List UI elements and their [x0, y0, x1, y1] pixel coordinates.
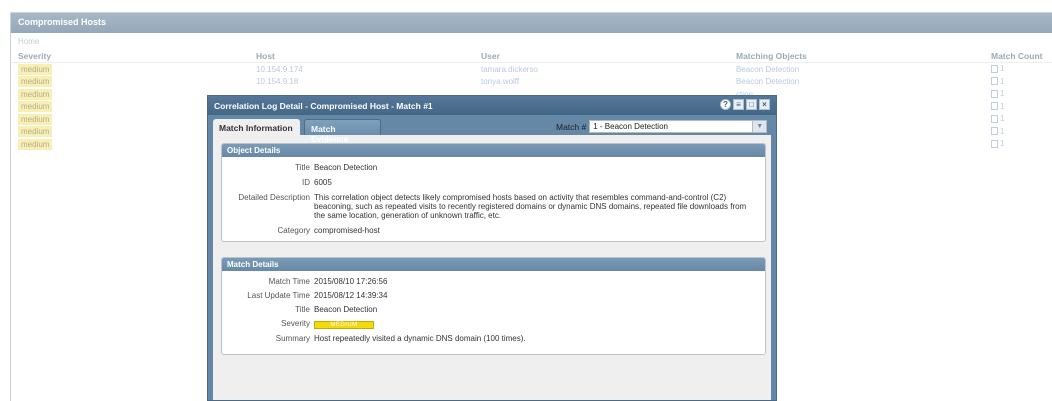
object-category: compromised-host: [314, 226, 380, 235]
id-label: ID: [302, 178, 310, 187]
match-title-label: Title: [295, 305, 310, 314]
tab-bar: Match Information Match Evidence Match #…: [213, 117, 771, 144]
matching-object-link[interactable]: Beacon Detection: [736, 65, 799, 74]
severity-label: Severity: [281, 319, 310, 328]
title-label: Title: [295, 163, 310, 172]
match-dropdown-value: 1 - Beacon Detection: [593, 122, 668, 131]
last-update-time: 2015/08/12 14:39:34: [314, 291, 388, 300]
maximize-icon[interactable]: □: [746, 99, 757, 110]
chevron-down-icon[interactable]: ▼: [752, 121, 767, 132]
log-icon: [991, 139, 998, 148]
log-icon: [991, 64, 998, 73]
log-icon: [991, 77, 998, 85]
log-icon: [991, 89, 998, 98]
match-count-value: 1: [1000, 126, 1005, 136]
table-row[interactable]: medium 10.154.9.174 tamara.dickerso Beacon …: [11, 63, 1052, 76]
match-selector: Match # 1 - Beacon Detection ▼: [556, 120, 768, 133]
tab-match-information[interactable]: Match Information: [213, 119, 300, 135]
severity-badge: medium: [18, 126, 53, 138]
dialog-body: Match Information Match Evidence Match #…: [213, 117, 771, 400]
match-count[interactable]: 1: [991, 102, 1004, 111]
match-count-value: 1: [1000, 114, 1005, 123]
severity-badge: medium: [18, 88, 53, 100]
tab-match-evidence[interactable]: Match Evidence: [304, 119, 381, 144]
correlation-log-dialog: Correlation Log Detail - Compromised Hos…: [207, 95, 777, 401]
object-details-panel: Object Details Title Beacon Detection ID…: [221, 143, 766, 242]
page-title: Compromised Hosts: [11, 13, 1052, 33]
last-update-label: Last Update Time: [247, 291, 310, 300]
severity-badge: medium: [18, 63, 53, 75]
severity-badge: medium: [18, 76, 53, 88]
match-dropdown[interactable]: 1 - Beacon Detection ▼: [589, 120, 768, 133]
severity-badge: medium: [18, 101, 53, 113]
dialog-title: Correlation Log Detail - Compromised Hos…: [214, 101, 433, 111]
match-time: 2015/08/10 17:26:56: [314, 277, 388, 286]
match-count[interactable]: 1: [991, 89, 1004, 98]
match-details-panel: Match Details Match Time 2015/08/10 17:2…: [221, 257, 766, 355]
object-id: 6005: [314, 178, 332, 187]
match-details-heading: Match Details: [222, 258, 765, 271]
object-title: Beacon Detection: [314, 163, 378, 172]
match-time-label: Match Time: [268, 277, 310, 286]
log-icon: [991, 127, 998, 135]
log-icon: [991, 102, 998, 110]
match-count[interactable]: 1: [991, 114, 1004, 123]
close-icon[interactable]: ×: [759, 99, 770, 110]
match-count[interactable]: 1: [991, 127, 1004, 136]
matching-object-link[interactable]: Beacon Detection: [736, 77, 799, 86]
log-icon: [991, 114, 998, 123]
match-count-value: 1: [1000, 76, 1005, 86]
col-match-count[interactable]: Match Count: [991, 51, 1052, 61]
breadcrumb[interactable]: Home: [11, 33, 1052, 49]
object-description: This correlation object detects likely c…: [314, 193, 747, 220]
severity-badge: MEDIUM: [314, 321, 374, 329]
col-user[interactable]: User: [481, 51, 736, 61]
help-icon[interactable]: ?: [720, 99, 731, 110]
pdf-icon[interactable]: ≡: [733, 99, 744, 110]
host-link[interactable]: 10.154.9.18: [256, 77, 298, 86]
match-summary: Host repeatedly visited a dynamic DNS do…: [314, 334, 526, 343]
match-count[interactable]: 1: [991, 139, 1004, 148]
match-count-value: 1: [1000, 139, 1005, 148]
match-label: Match #: [556, 121, 587, 132]
user-link[interactable]: tonya.wolff: [481, 77, 519, 86]
match-count-value: 1: [1000, 101, 1005, 111]
col-host[interactable]: Host: [256, 51, 481, 61]
summary-label: Summary: [275, 334, 310, 343]
table-row[interactable]: medium 10.154.9.18 tonya.wolff Beacon Detec…: [11, 76, 1052, 89]
match-title: Beacon Detection: [314, 305, 378, 314]
severity-badge: medium: [18, 138, 53, 150]
dialog-titlebar[interactable]: Correlation Log Detail - Compromised Hos…: [208, 96, 776, 115]
col-matching-objects[interactable]: Matching Objects: [736, 51, 991, 61]
user-link[interactable]: tamara.dickerso: [481, 65, 538, 74]
category-label: Category: [277, 226, 310, 235]
severity-badge: medium: [18, 113, 53, 125]
match-count[interactable]: 1: [991, 77, 1004, 86]
table-header: Severity Host User Matching Objects Matc…: [11, 49, 1052, 63]
object-details-heading: Object Details: [222, 144, 765, 157]
host-link[interactable]: 10.154.9.174: [256, 65, 303, 74]
col-severity[interactable]: Severity: [11, 51, 256, 61]
match-count-value: 1: [1000, 64, 1005, 73]
description-label: Detailed Description: [238, 193, 310, 202]
match-count-value: 1: [1000, 89, 1005, 98]
match-count[interactable]: 1: [991, 64, 1004, 73]
